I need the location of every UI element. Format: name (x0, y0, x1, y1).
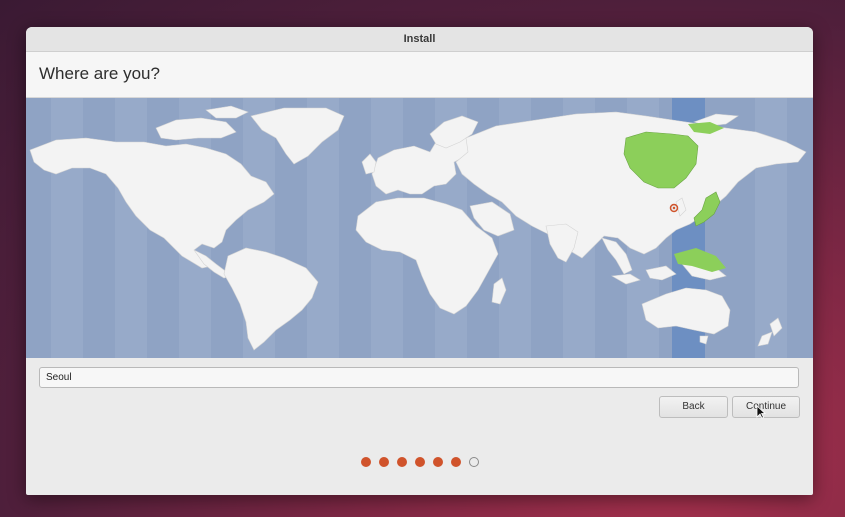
progress-dot (414, 457, 425, 467)
continue-button[interactable]: Continue (732, 396, 800, 418)
progress-dot (450, 457, 461, 467)
window-title: Install (403, 33, 436, 45)
progress-dot (360, 457, 371, 467)
timezone-map[interactable] (26, 98, 813, 358)
page-title: Where are you? (39, 64, 160, 83)
installer-window: Install Where are you? Seoul Back Contin… (26, 27, 813, 495)
world-map-graphic (26, 98, 813, 358)
location-pin-icon (669, 203, 679, 213)
window-titlebar[interactable]: Install (26, 27, 813, 52)
location-field-wrap (39, 367, 799, 388)
mouse-pointer-icon (756, 405, 766, 419)
progress-dot (378, 457, 389, 467)
location-input[interactable] (39, 367, 799, 388)
progress-dot (396, 457, 407, 467)
progress-indicator (26, 457, 813, 469)
progress-dot (468, 457, 479, 467)
back-button[interactable]: Back (659, 396, 728, 418)
page-header: Where are you? (26, 52, 813, 98)
progress-dot (432, 457, 443, 467)
